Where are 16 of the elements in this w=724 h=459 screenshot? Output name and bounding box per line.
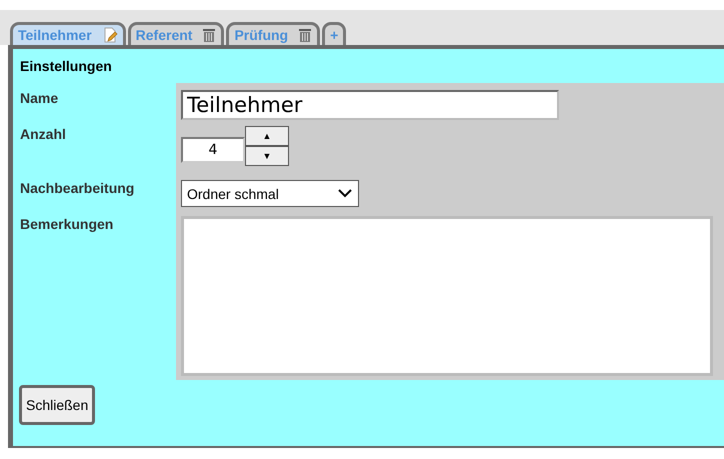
- chevron-down-icon: [338, 189, 352, 198]
- number-field[interactable]: 4: [181, 137, 245, 163]
- field-label: Bemerkungen: [19, 215, 114, 234]
- document-pencil-icon[interactable]: [102, 27, 118, 43]
- dropdown[interactable]: Ordner schmal: [181, 180, 359, 207]
- section-title: Einstellungen: [19, 57, 113, 76]
- remarks-field[interactable]: [181, 216, 713, 376]
- field-label: Name: [19, 89, 60, 108]
- close-button[interactable]: Schließen: [19, 385, 96, 425]
- field-label: Anzahl: [19, 125, 67, 144]
- name-field[interactable]: Teilnehmer: [181, 90, 559, 120]
- trash-icon[interactable]: [202, 28, 216, 42]
- trash-icon[interactable]: [298, 28, 312, 42]
- increment-button[interactable]: ▲: [245, 126, 289, 146]
- field-label: Nachbearbeitung: [19, 179, 136, 198]
- decrement-button[interactable]: ▼: [245, 146, 289, 166]
